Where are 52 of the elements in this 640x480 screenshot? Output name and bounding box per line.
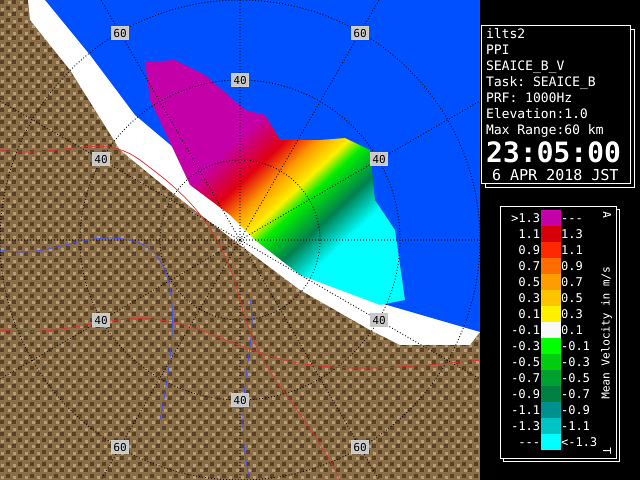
legend-value: -0.7 xyxy=(510,372,540,384)
legend-value: 0.1 xyxy=(561,324,584,336)
range-label: 40 xyxy=(231,393,249,407)
legend-value: -0.5 xyxy=(510,356,540,368)
range-label: 60 xyxy=(351,26,369,40)
range-label: 40 xyxy=(231,73,249,87)
legend-value: --- xyxy=(561,212,584,224)
legend-value: 0.7 xyxy=(561,276,584,288)
legend-value: 1.1 xyxy=(561,244,584,256)
legend-value: 0.7 xyxy=(517,260,540,272)
legend-value: >1.3 xyxy=(510,212,540,224)
legend-value: 0.3 xyxy=(517,292,540,304)
legend-value: <-1.3 xyxy=(561,436,597,448)
legend-value: -1.3 xyxy=(510,420,540,432)
legend-value: -0.3 xyxy=(510,340,540,352)
range-label: 40 xyxy=(92,313,110,327)
legend-value: -0.1 xyxy=(510,324,540,336)
time-display: 23:05:00 xyxy=(486,139,621,167)
legend-bottom-mark: T xyxy=(600,447,612,454)
legend-value: 1.1 xyxy=(517,228,540,240)
info-line: Task: SEAICE_B xyxy=(486,75,597,91)
info-line: PRF: 1000Hz xyxy=(486,91,574,107)
info-line: Elevation:1.0 xyxy=(486,107,589,123)
legend-value: -1.1 xyxy=(561,420,591,432)
range-label: 60 xyxy=(351,440,369,454)
range-label: 40 xyxy=(92,152,110,166)
legend-value: -0.5 xyxy=(561,372,591,384)
legend-value: -0.1 xyxy=(561,340,591,352)
legend-value: 0.1 xyxy=(517,308,540,320)
legend-value: -0.3 xyxy=(561,356,591,368)
legend-value: 0.5 xyxy=(517,276,540,288)
legend-value: -0.7 xyxy=(561,388,591,400)
date-display: 6 APR 2018 JST xyxy=(492,167,618,184)
legend-value: 0.9 xyxy=(561,260,584,272)
legend-value: -0.9 xyxy=(561,404,591,416)
legend-top-mark: A xyxy=(600,211,612,218)
legend-value: 0.9 xyxy=(517,244,540,256)
legend-value: -1.1 xyxy=(510,404,540,416)
info-line: ilts2 xyxy=(486,27,526,43)
legend-value: 0.3 xyxy=(561,308,584,320)
legend-value: 0.5 xyxy=(561,292,584,304)
info-line: SEAICE_B_V xyxy=(486,59,566,75)
range-label: 40 xyxy=(370,313,388,327)
info-line: PPI xyxy=(486,43,510,59)
range-label: 60 xyxy=(111,26,129,40)
legend-value: -0.9 xyxy=(510,388,540,400)
legend-value: --- xyxy=(517,436,540,448)
legend-title: Mean Velocity in m/s xyxy=(600,266,612,399)
info-line: Max Range:60 km xyxy=(486,123,604,139)
legend-value: 1.3 xyxy=(561,228,584,240)
range-label: 40 xyxy=(370,152,388,166)
range-label: 60 xyxy=(111,440,129,454)
